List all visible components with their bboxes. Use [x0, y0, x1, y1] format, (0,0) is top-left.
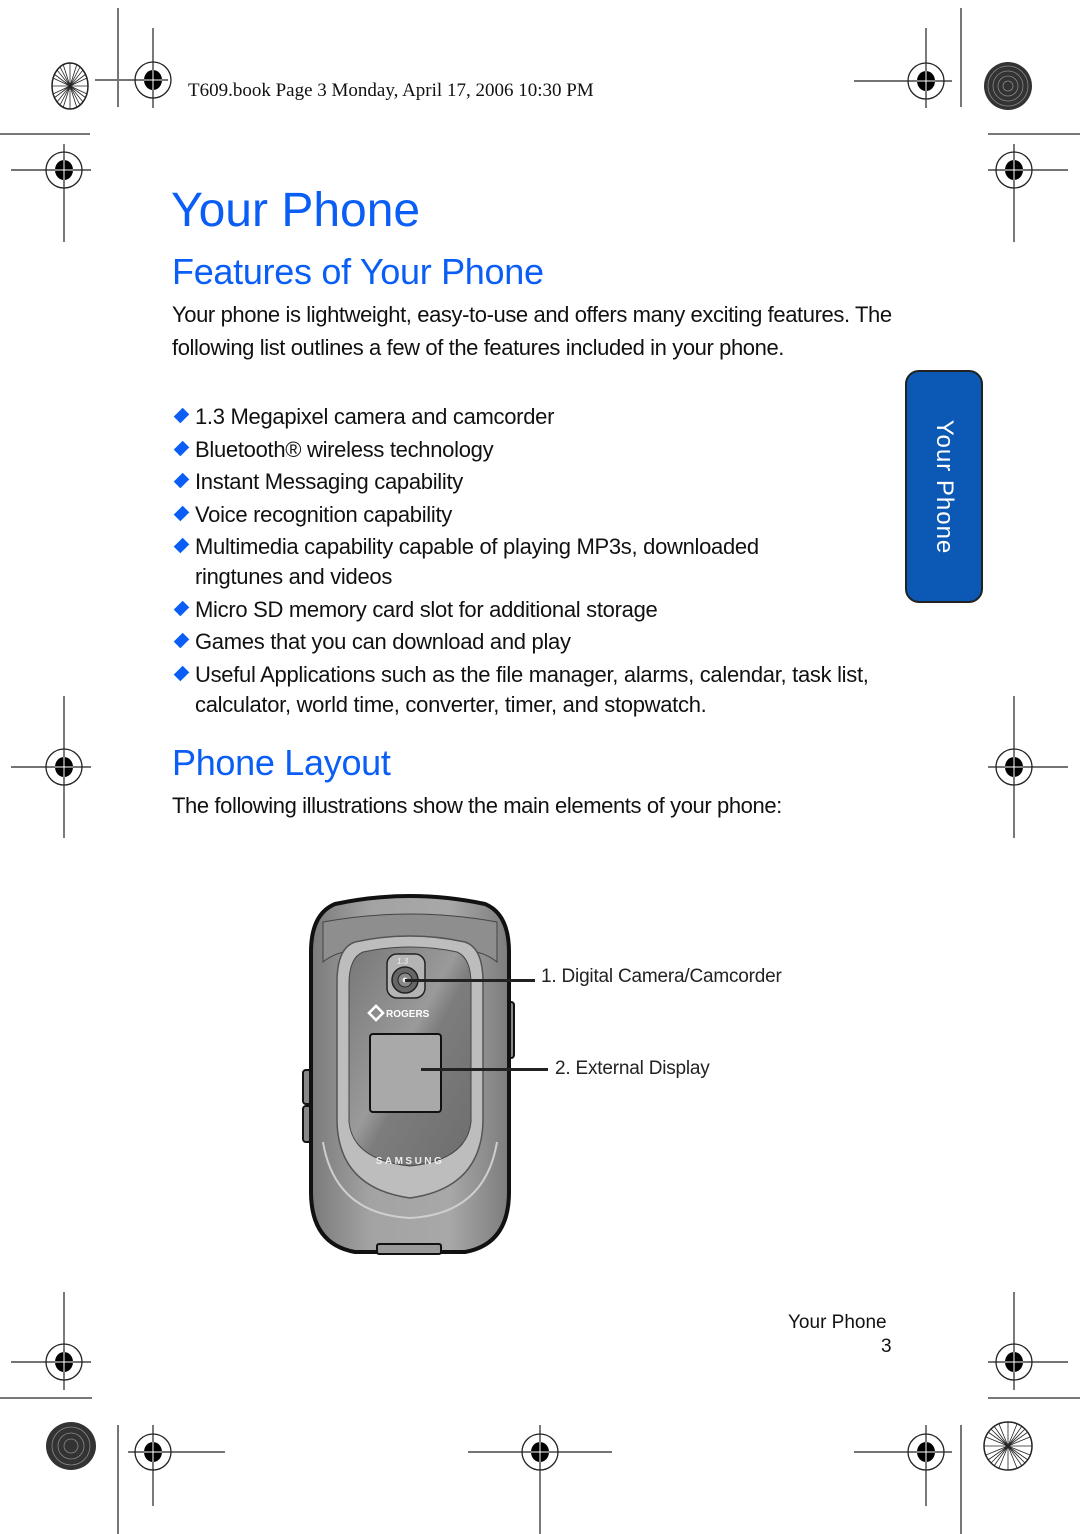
concentric-target-bottom-left: [46, 1422, 96, 1470]
registration-mark-right-lower: [988, 1292, 1068, 1390]
camera-badge: 1.3: [397, 957, 409, 966]
diamond-bullet-icon: [173, 600, 190, 616]
footer-section-title: Your Phone: [788, 1312, 887, 1333]
samsung-logo: SAMSUNG: [376, 1156, 445, 1167]
list-item: Bluetooth® wireless technology: [172, 435, 902, 465]
printer-marks: [0, 0, 1080, 1534]
list-item: Multimedia capability capable of playing…: [172, 532, 902, 592]
section-tab-label: Your Phone: [931, 419, 958, 554]
features-intro: Your phone is lightweight, easy-to-use a…: [172, 302, 892, 360]
registration-mark-top-right: [854, 28, 952, 108]
list-item: Micro SD memory card slot for additional…: [172, 595, 902, 625]
diamond-bullet-icon: [173, 440, 190, 456]
registration-marks: [0, 8, 1080, 1534]
external-display: [369, 1033, 442, 1113]
chapter-title: Your Phone: [171, 184, 421, 237]
diamond-bullet-icon: [173, 632, 190, 649]
registration-mark-left-middle: [11, 696, 91, 838]
registration-mark-left-lower: [11, 1292, 91, 1390]
registration-mark-right-upper: [988, 144, 1068, 242]
print-header: T609.book Page 3 Monday, April 17, 2006 …: [188, 80, 594, 101]
registration-mark-right-middle: [988, 696, 1068, 838]
registration-mark-top-left: [95, 28, 172, 108]
list-item: Useful Applications such as the file man…: [172, 660, 902, 720]
features-heading: Features of Your Phone: [172, 251, 544, 292]
svg-text:ROGERS: ROGERS: [386, 1009, 430, 1020]
callout-external-display: 2. External Display: [555, 1058, 710, 1079]
phone-illustration: 1.3 ROGERS SAMSUNG: [295, 892, 525, 1262]
phone-layout-intro: The following illustrations show the mai…: [172, 793, 782, 818]
callout-leader-camera: [405, 979, 535, 982]
diamond-bullet-icon: [173, 472, 190, 489]
list-item: Voice recognition capability: [172, 500, 902, 530]
registration-mark-bottom-center: [468, 1425, 612, 1534]
section-tab: Your Phone: [905, 370, 983, 603]
diamond-bullet-icon: [173, 505, 190, 521]
page-number: 3: [881, 1336, 892, 1357]
list-item: Games that you can download and play: [172, 627, 902, 657]
diamond-bullet-icon: [173, 537, 190, 554]
concentric-target-top-right: [984, 62, 1032, 110]
list-item: Instant Messaging capability: [172, 467, 902, 497]
registration-mark-left-upper: [11, 144, 91, 242]
diamond-bullet-icon: [173, 665, 190, 681]
registration-mark-bottom-left: [128, 1425, 225, 1506]
callout-camera: 1. Digital Camera/Camcorder: [541, 966, 782, 987]
list-item: 1.3 Megapixel camera and camcorder: [172, 402, 902, 432]
starburst-top-left: [51, 62, 89, 110]
diamond-bullet-icon: [173, 407, 190, 424]
callout-leader-display: [421, 1068, 548, 1071]
starburst-bottom-right: [983, 1421, 1033, 1471]
features-list: 1.3 Megapixel camera and camcorder Bluet…: [172, 402, 902, 722]
registration-mark-bottom-right: [854, 1425, 952, 1506]
phone-layout-heading: Phone Layout: [172, 742, 391, 783]
